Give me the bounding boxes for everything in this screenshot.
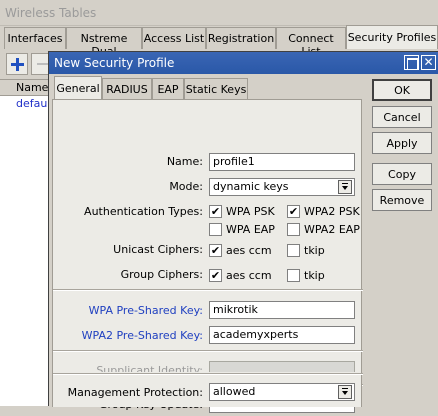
- tab-general[interactable]: General: [54, 76, 102, 99]
- management-protection-select[interactable]: allowed: [209, 383, 355, 401]
- ok-button[interactable]: OK: [372, 79, 432, 101]
- group-tkip-label: tkip: [304, 269, 325, 282]
- tab-nstreme-dual[interactable]: Nstreme Dual: [66, 27, 142, 58]
- divider: [53, 373, 363, 375]
- wpa-eap-checkbox[interactable]: [209, 223, 222, 236]
- close-button[interactable]: ✕: [421, 55, 436, 70]
- unicast-tkip-label: tkip: [304, 244, 325, 257]
- management-protection-value: allowed: [213, 385, 256, 398]
- wpa2-psk-label: WPA2 PSK: [304, 205, 360, 218]
- wpa-psk-key-label: WPA Pre-Shared Key:: [88, 304, 203, 317]
- apply-button[interactable]: Apply: [372, 132, 432, 154]
- tab-static-keys[interactable]: Static Keys: [184, 78, 248, 99]
- tab-security-profiles[interactable]: Security Profiles: [346, 25, 438, 49]
- unicast-aes-ccm-label: aes ccm: [226, 244, 272, 257]
- wpa-psk-input[interactable]: mikrotik: [209, 301, 355, 319]
- wpa2-psk-key-label: WPA2 Pre-Shared Key:: [81, 329, 203, 342]
- security-profile-dialog: New Security Profile ✕ General RADIUS EA…: [48, 51, 438, 413]
- name-field[interactable]: profile1: [209, 153, 355, 171]
- tab-access-list[interactable]: Access List: [142, 27, 206, 49]
- profiles-table: Name default: [0, 79, 55, 406]
- mode-label: Mode:: [169, 180, 203, 193]
- wpa-psk-label: WPA PSK: [226, 205, 275, 218]
- name-label: Name:: [166, 155, 203, 168]
- add-button[interactable]: [6, 53, 28, 75]
- cancel-button[interactable]: Cancel: [372, 106, 432, 128]
- general-panel-lower: Management Protection: allowed: [52, 372, 363, 407]
- divider: [53, 289, 363, 291]
- dropdown-arrow-icon[interactable]: [338, 385, 352, 399]
- group-tkip-checkbox[interactable]: [287, 269, 300, 282]
- window-title: Wireless Tables: [0, 0, 438, 26]
- group-aes-ccm-checkbox[interactable]: ✔: [209, 269, 222, 282]
- remove-button[interactable]: Remove: [372, 189, 432, 211]
- wpa2-psk-input[interactable]: academyxperts: [209, 326, 355, 344]
- divider: [53, 350, 363, 352]
- mode-select[interactable]: dynamic keys: [209, 178, 355, 196]
- tab-radius[interactable]: RADIUS: [102, 78, 152, 99]
- group-aes-ccm-label: aes ccm: [226, 269, 272, 282]
- dropdown-arrow-icon[interactable]: [338, 180, 352, 194]
- unicast-ciphers-label: Unicast Ciphers:: [113, 243, 203, 256]
- tab-interfaces[interactable]: Interfaces: [4, 27, 66, 49]
- tab-registration[interactable]: Registration: [206, 27, 276, 49]
- unicast-tkip-checkbox[interactable]: [287, 244, 300, 257]
- tab-connect-list[interactable]: Connect List: [276, 27, 346, 58]
- general-panel: Name: profile1 Mode: dynamic keys Authen…: [52, 99, 363, 413]
- maximize-button[interactable]: [404, 55, 419, 70]
- wpa2-eap-checkbox[interactable]: [287, 223, 300, 236]
- wpa-eap-label: WPA EAP: [226, 223, 275, 236]
- wpa2-psk-checkbox[interactable]: ✔: [287, 205, 300, 218]
- tab-bar: Interfaces Nstreme Dual Access List Regi…: [0, 25, 438, 58]
- unicast-aes-ccm-checkbox[interactable]: ✔: [209, 244, 222, 257]
- dialog-title-bar[interactable]: New Security Profile ✕: [49, 52, 438, 74]
- column-header-name[interactable]: Name: [0, 80, 50, 96]
- group-ciphers-label: Group Ciphers:: [120, 268, 203, 281]
- management-protection-label: Management Protection:: [67, 386, 203, 399]
- wpa2-eap-label: WPA2 EAP: [304, 223, 360, 236]
- auth-types-label: Authentication Types:: [84, 205, 203, 218]
- tab-eap[interactable]: EAP: [152, 78, 184, 99]
- copy-button[interactable]: Copy: [372, 163, 432, 185]
- dialog-title: New Security Profile: [54, 56, 175, 70]
- wpa-psk-checkbox[interactable]: ✔: [209, 205, 222, 218]
- close-icon: ✕: [423, 55, 434, 69]
- mode-value: dynamic keys: [213, 180, 289, 193]
